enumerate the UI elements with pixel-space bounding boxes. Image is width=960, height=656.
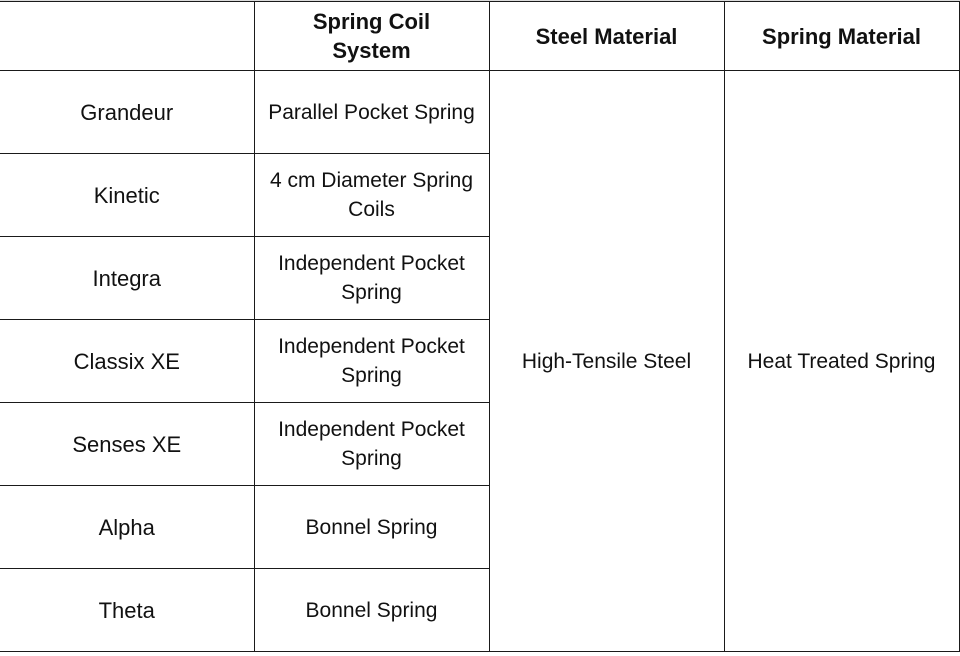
model-name-cell: Integra <box>0 236 255 320</box>
model-name-cell: Senses XE <box>0 402 255 486</box>
table-row: Grandeur Parallel Pocket Spring High-Ten… <box>0 70 960 652</box>
spring-coil-system-cell: Independent Pocket Spring <box>253 236 490 320</box>
steel-material-merged-cell: High-Tensile Steel <box>488 70 725 652</box>
header-spring-coil-system: Spring Coil System <box>253 1 490 71</box>
spring-coil-system-cell: Bonnel Spring <box>253 485 490 569</box>
spring-coil-system-cell: Independent Pocket Spring <box>253 319 490 403</box>
spring-coil-system-cell: Independent Pocket Spring <box>253 402 490 486</box>
spring-coil-system-cell: 4 cm Diameter Spring Coils <box>253 153 490 237</box>
mattress-spec-table: Spring Coil System Steel Material Spring… <box>0 1 960 652</box>
model-name-cell: Classix XE <box>0 319 255 403</box>
header-spring-material: Spring Material <box>723 1 960 71</box>
spring-material-merged-cell: Heat Treated Spring <box>723 70 960 652</box>
header-row: Spring Coil System Steel Material Spring… <box>0 1 960 71</box>
spring-coil-system-cell: Bonnel Spring <box>253 568 490 652</box>
model-name-cell: Alpha <box>0 485 255 569</box>
spring-coil-system-cell: Parallel Pocket Spring <box>253 70 490 154</box>
model-name-cell: Theta <box>0 568 255 652</box>
header-steel-material: Steel Material <box>488 1 725 71</box>
model-name-cell: Kinetic <box>0 153 255 237</box>
header-corner-cell <box>0 1 255 71</box>
model-name-cell: Grandeur <box>0 70 255 154</box>
